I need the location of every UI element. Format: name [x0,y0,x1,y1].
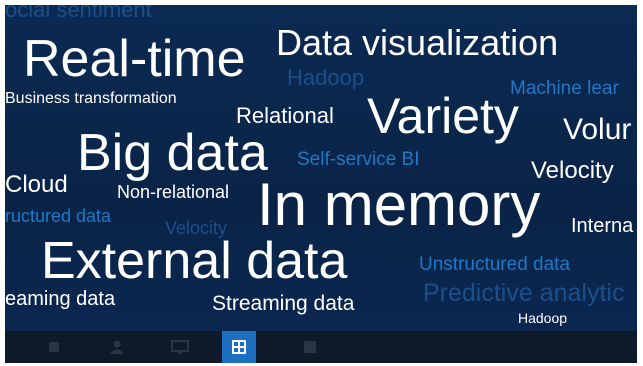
word-variety: Variety [367,88,519,144]
word-velocity: Velocity [531,157,614,184]
monitor-icon [170,339,190,355]
word-cloud: Cloud [5,171,68,198]
book-icon [301,339,319,355]
word-in-memory: In memory [257,171,541,238]
word-self-service-bi: Self-service BI [297,149,420,170]
word-big-data: Big data [77,124,268,182]
word-structured-data: ructured data [5,206,112,226]
screen-frame: ocial sentiment Real-time Data visualiza… [5,5,637,363]
word-hadoop-bottom: Hadoop [518,310,568,326]
word-internal: Interna [571,215,634,237]
word-machine-learning: Machine lear [510,78,619,99]
word-social-sentiment: ocial sentiment [5,5,152,22]
word-business-transformation: Business transformation [5,90,177,107]
taskbar [5,331,637,363]
word-unstructured-data: Unstructured data [419,254,571,275]
word-streaming-data-left: eaming data [5,288,116,310]
word-data-visualization: Data visualization [276,22,559,63]
word-predictive-analytics: Predictive analytic [423,279,625,307]
taskbar-button-app[interactable] [222,331,256,363]
word-external-data: External data [41,232,348,290]
tile-icon [47,340,61,354]
user-icon [108,339,126,355]
taskbar-button-tile[interactable] [39,335,69,359]
app-icon [230,338,248,356]
taskbar-button-user[interactable] [102,335,132,359]
word-cloud: ocial sentiment Real-time Data visualiza… [5,5,637,331]
word-non-relational: Non-relational [117,182,230,202]
word-real-time: Real-time [23,30,246,88]
taskbar-button-book[interactable] [295,335,325,359]
word-streaming-data: Streaming data [212,292,355,315]
taskbar-button-monitor[interactable] [165,335,195,359]
word-hadoop-dim: Hadoop [287,65,365,90]
word-volume: Volur [563,113,632,146]
